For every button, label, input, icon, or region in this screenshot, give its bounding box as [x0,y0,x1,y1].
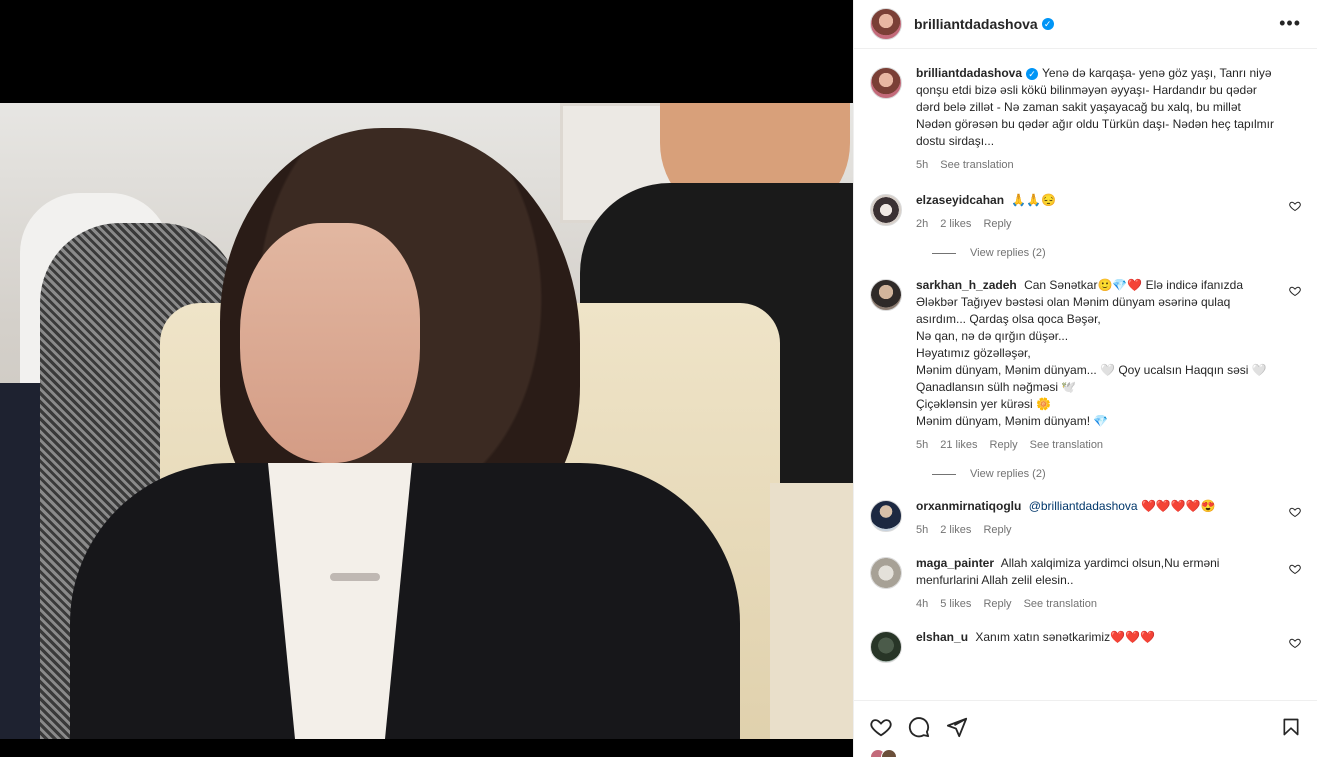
comments-list[interactable]: brilliantdadashova ✓ Yenə də karqaşa- yenə… [854,49,1317,700]
post-media[interactable] [0,0,853,757]
caption-username[interactable]: brilliantdadashova [916,66,1022,80]
comment-text: ❤️❤️❤️❤️😍 [1140,499,1216,513]
post-header: brilliantdadashova ✓ ••• [854,0,1317,49]
heart-icon[interactable] [870,716,892,738]
comment-mention-link[interactable]: @brilliantdadashova [1029,499,1138,513]
comment-likes[interactable]: 2 likes [940,522,971,539]
comment-text: Xanım xatın sənətkarimiz❤️❤️❤️ [975,630,1155,644]
comment-icon[interactable] [908,716,930,738]
heart-icon[interactable] [1289,506,1301,518]
caption-avatar[interactable] [870,67,902,99]
reply-button[interactable]: Reply [990,437,1018,454]
commenter-username[interactable]: orxanmirnatiqoglu [916,499,1021,513]
view-replies-button[interactable]: View replies (2) [932,468,1301,480]
comment-time[interactable]: 5h [916,522,928,539]
comment-text: 🙏🙏😔 [1011,193,1057,207]
comment-likes[interactable]: 2 likes [940,216,971,233]
paper-plane-icon[interactable] [946,716,968,738]
post-panel: brilliantdadashova ✓ ••• brilliantdadash… [853,0,1317,757]
verified-badge-icon: ✓ [1041,18,1054,30]
heart-icon[interactable] [1289,285,1301,297]
reply-button[interactable]: Reply [983,596,1011,613]
comment-time[interactable]: 4h [916,596,928,613]
view-replies-line [932,473,956,475]
photo-table [770,483,853,739]
commenter-avatar[interactable] [870,631,902,663]
see-translation-button[interactable]: See translation [1024,596,1097,613]
commenter-username[interactable]: maga_painter [916,556,994,570]
commenter-avatar[interactable] [870,194,902,226]
bookmark-icon[interactable] [1281,716,1301,738]
see-translation-button[interactable]: See translation [940,157,1013,174]
heart-icon[interactable] [1289,200,1301,212]
commenter-avatar[interactable] [870,279,902,311]
view-replies-label: View replies (2) [970,468,1046,480]
commenter-username[interactable]: elzaseyidcahan [916,193,1004,207]
commenter-avatar[interactable] [870,557,902,589]
view-replies-button[interactable]: View replies (2) [932,247,1301,259]
view-replies-label: View replies (2) [970,247,1046,259]
photo-person-edge [0,383,40,739]
reply-button[interactable]: Reply [983,216,1011,233]
verified-badge-icon: ✓ [1026,67,1039,80]
likers-avatars[interactable] [870,749,897,757]
post-actions-bar [854,700,1317,757]
comment-item: elshan_u Xanım xatın sənətkarimiz❤️❤️❤️ [870,629,1301,663]
reply-button[interactable]: Reply [983,522,1011,539]
commenter-username[interactable]: elshan_u [916,630,968,644]
commenter-username[interactable]: sarkhan_h_zadeh [916,278,1017,292]
author-avatar[interactable] [870,8,902,40]
comment-item: sarkhan_h_zadeh Can Sənətkar🙂💎❤️ Elə ind… [870,277,1301,454]
more-horizontal-icon[interactable]: ••• [1279,13,1301,34]
comment-likes[interactable]: 5 likes [940,596,971,613]
comment-item: elzaseyidcahan 🙏🙏😔 2h 2 likes Reply [870,192,1301,233]
post-photo[interactable] [0,103,853,739]
view-replies-line [932,252,956,254]
comment-time[interactable]: 2h [916,216,928,233]
heart-icon[interactable] [1289,563,1301,575]
comment-item: orxanmirnatiqoglu @brilliantdadashova ❤️… [870,498,1301,539]
comment-text: Can Sənətkar🙂💎❤️ Elə indicə ifanızda Ələ… [916,278,1267,428]
photo-subject-necklace [330,573,380,581]
author-username[interactable]: brilliantdadashova [914,16,1038,32]
post-caption: brilliantdadashova ✓ Yenə də karqaşa- yenə… [870,65,1301,174]
comment-time[interactable]: 5h [916,437,928,454]
heart-icon[interactable] [1289,637,1301,649]
see-translation-button[interactable]: See translation [1030,437,1103,454]
commenter-avatar[interactable] [870,500,902,532]
photo-subject-face [240,223,420,463]
comment-likes[interactable]: 21 likes [940,437,977,454]
caption-time[interactable]: 5h [916,157,928,174]
comment-item: maga_painter Allah xalqimiza yardimci ol… [870,555,1301,613]
